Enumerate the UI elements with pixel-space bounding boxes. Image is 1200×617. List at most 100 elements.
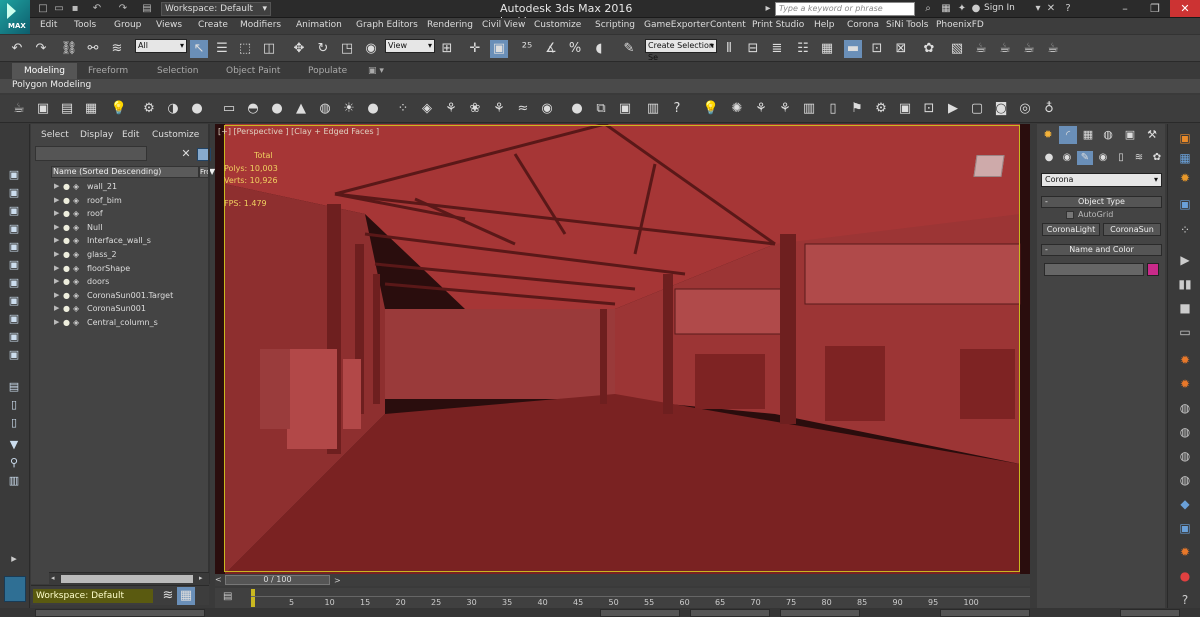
scene-item-row[interactable]: ▶ ● ◈ Central_column_s	[51, 316, 209, 329]
fur-icon[interactable]: ❀	[466, 100, 484, 118]
select-object-icon[interactable]: ↖	[190, 40, 208, 58]
lights-icon[interactable]: ✎	[1077, 151, 1093, 165]
list-icon[interactable]: ▥	[800, 100, 818, 118]
se-vertical-scrollbar[interactable]	[208, 124, 210, 584]
tab-object-paint[interactable]: Object Paint	[214, 63, 292, 79]
corona-sun-button[interactable]: CoronaSun	[1103, 223, 1161, 236]
menu-print-studio[interactable]: Print Studio	[752, 20, 804, 30]
se-menu-display[interactable]: Display	[80, 130, 113, 140]
scene-item-row[interactable]: ▶ ● ◈ Null	[51, 221, 209, 234]
bind-spacewarp-icon[interactable]: ≋	[108, 40, 126, 58]
search-input[interactable]: Type a keyword or phrase	[775, 2, 915, 16]
menu-rendering[interactable]: Rendering	[427, 20, 473, 30]
filter-bones-icon[interactable]: ▣	[6, 330, 22, 344]
phoenix-foam-icon[interactable]: ●	[1176, 568, 1194, 584]
polygon-modeling-label[interactable]: Polygon Modeling	[12, 80, 91, 90]
user-icon[interactable]: ●	[970, 3, 982, 15]
angle-snap-icon[interactable]: ∡	[542, 40, 560, 58]
time-slider[interactable]: < 0 / 100 >	[215, 574, 1030, 586]
menu-help[interactable]: Help	[814, 20, 835, 30]
viewcube[interactable]	[973, 155, 1005, 177]
next-frame-arrow[interactable]: >	[334, 577, 341, 585]
layer-toggle-button[interactable]	[4, 576, 26, 602]
menu-corona[interactable]: Corona	[847, 20, 879, 30]
spinner-snap-icon[interactable]: ◖	[590, 40, 608, 58]
scene-item-row[interactable]: ▶ ● ◈ roof	[51, 207, 209, 220]
selection-filter-select[interactable]: All	[135, 39, 187, 53]
play-icon[interactable]: ▶	[1176, 252, 1194, 268]
phoenix-source-icon[interactable]: ◍	[1176, 400, 1194, 416]
scene-item-row[interactable]: ▶ ● ◈ CoronaSun001	[51, 302, 209, 315]
render-activeshade-icon[interactable]: ☕	[1020, 40, 1038, 58]
filter-xrefs-icon[interactable]: ▣	[6, 312, 22, 326]
close-icon[interactable]: ✕	[1170, 0, 1200, 17]
helper-icon[interactable]: ⚙	[140, 100, 158, 118]
time-slider-thumb[interactable]: 0 / 100 >	[225, 575, 341, 585]
sign-in-dropdown-icon[interactable]: ▾	[1032, 3, 1044, 15]
teapot-icon[interactable]: ☕	[10, 100, 28, 118]
scroll-right-icon[interactable]: ▸	[199, 574, 203, 582]
camera-icon[interactable]: ●	[188, 100, 206, 118]
interactive-icon[interactable]: ▶	[944, 100, 962, 118]
dome-icon[interactable]: ◓	[244, 100, 262, 118]
sign-in-link[interactable]: Sign In	[984, 3, 1015, 13]
object-color-swatch[interactable]	[1147, 263, 1159, 276]
stop-icon[interactable]: ■	[1176, 300, 1194, 316]
current-frame-marker[interactable]	[251, 589, 255, 607]
scene-explorer-toggle-icon[interactable]: ☷	[794, 40, 812, 58]
gear-icon[interactable]: ⚙	[872, 100, 890, 118]
keyboard-shortcut-icon[interactable]: ▣	[490, 40, 508, 58]
display-hidden-icon[interactable]: ▯	[6, 398, 22, 412]
menu-create[interactable]: Create	[198, 20, 228, 30]
display-children-icon[interactable]: ▤	[6, 380, 22, 394]
menu-edit[interactable]: Edit	[40, 20, 57, 30]
expand-triangle-icon[interactable]: ▶	[54, 275, 59, 288]
visibility-bulb-icon[interactable]: ●	[63, 289, 70, 302]
rectangular-selection-icon[interactable]: ⬚	[236, 40, 254, 58]
pause-icon[interactable]: ▮▮	[1176, 276, 1194, 292]
utilities-tab-icon[interactable]: ⚒	[1143, 126, 1161, 144]
expand-triangle-icon[interactable]: ▶	[54, 207, 59, 220]
material-icon[interactable]: ▤	[58, 100, 76, 118]
expand-triangle-icon[interactable]: ▶	[54, 262, 59, 275]
expand-triangle-icon[interactable]: ▶	[54, 221, 59, 234]
menu-sini-tools[interactable]: SiNi Tools	[886, 20, 928, 30]
menu-modifiers[interactable]: Modifiers	[240, 20, 281, 30]
phoenix-help-icon[interactable]: ?	[1176, 592, 1194, 608]
viewport-label[interactable]: [+] [Perspective ] [Clay + Edged Faces ]	[218, 127, 379, 136]
scene-item-row[interactable]: ▶ ● ◈ Interface_wall_s	[51, 234, 209, 247]
expand-triangle-icon[interactable]: ▶	[54, 248, 59, 261]
hierarchy-tab-icon[interactable]: ▦	[1079, 126, 1097, 144]
x-coordinate-field[interactable]	[600, 609, 680, 617]
cone-icon[interactable]: ▲	[292, 100, 310, 118]
filter-all-icon[interactable]: ▣	[6, 168, 22, 182]
ball-icon[interactable]: ●	[568, 100, 586, 118]
scene-item-row[interactable]: ▶ ● ◈ wall_21	[51, 180, 209, 193]
proxy-icon[interactable]: ◈	[418, 100, 436, 118]
menu-graph-editors[interactable]: Graph Editors	[356, 20, 418, 30]
menu-content[interactable]: Content	[710, 20, 746, 30]
prev-frame-arrow[interactable]: <	[215, 575, 222, 584]
undo-icon[interactable]: ↶	[8, 40, 26, 58]
material-editor-icon[interactable]: ⊠	[892, 40, 910, 58]
project-folder-icon[interactable]: ▤	[140, 2, 154, 15]
phoenix-particle-icon[interactable]: ◆	[1176, 496, 1194, 512]
converter-icon[interactable]: ▣	[616, 100, 634, 118]
tree-icon[interactable]: ⚘	[442, 100, 460, 118]
eye-icon[interactable]: ◎	[1016, 100, 1034, 118]
scroll-left-icon[interactable]: ◂	[51, 574, 55, 582]
mini-curve-editor-icon[interactable]: ▤	[223, 591, 237, 603]
render-fire-icon[interactable]: ✹	[1176, 170, 1194, 186]
modify-tab-icon[interactable]: ◜	[1059, 126, 1077, 144]
expand-icon[interactable]: ▭	[1176, 324, 1194, 340]
visibility-bulb-icon[interactable]: ●	[63, 234, 70, 247]
filter-geometry-icon[interactable]: ▣	[6, 186, 22, 200]
move-icon[interactable]: ✥	[290, 40, 308, 58]
select-manipulate-icon[interactable]: ✛	[466, 40, 484, 58]
cylinder-icon[interactable]: ◍	[316, 100, 334, 118]
tab-selection[interactable]: Selection	[145, 63, 210, 79]
disc-icon[interactable]: ●	[364, 100, 382, 118]
save-icon[interactable]: ▪	[68, 2, 82, 15]
z-coordinate-field[interactable]	[780, 609, 860, 617]
object-type-rollout[interactable]: - Object Type	[1041, 196, 1162, 208]
